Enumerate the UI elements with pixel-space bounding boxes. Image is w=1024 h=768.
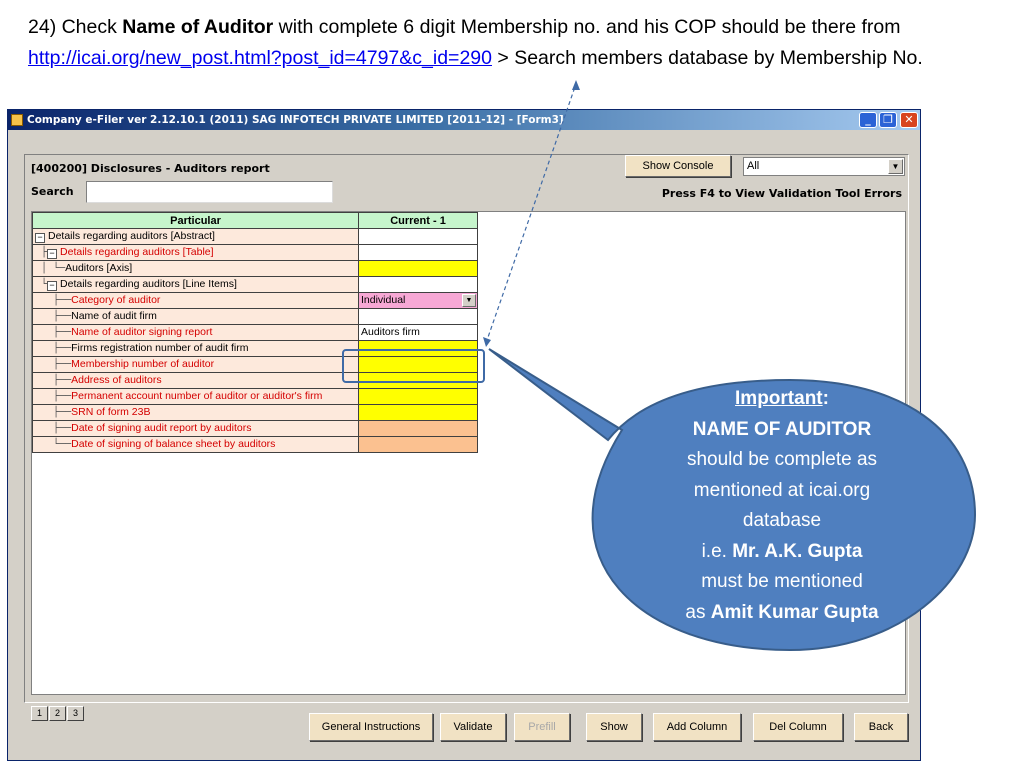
callout-example-full: Amit Kumar Gupta bbox=[710, 601, 879, 623]
callout-line2: should be complete as mentioned at icai.… bbox=[686, 449, 878, 531]
callout-important: Important bbox=[735, 388, 823, 409]
callout-text: Important: NAME OF AUDITOR should be com… bbox=[612, 384, 952, 628]
dashed-arrow-line bbox=[485, 83, 577, 344]
callout-line1: NAME OF AUDITOR bbox=[692, 418, 872, 440]
callout-example-short: Mr. A.K. Gupta bbox=[732, 540, 863, 562]
callout-as: as bbox=[685, 601, 711, 623]
arrow-head-top bbox=[572, 80, 580, 90]
arrow-head-bottom bbox=[483, 337, 491, 347]
callout-ie: i.e. bbox=[701, 540, 733, 562]
callout-line3: must be mentioned bbox=[701, 571, 863, 592]
callout-colon: : bbox=[822, 388, 829, 409]
